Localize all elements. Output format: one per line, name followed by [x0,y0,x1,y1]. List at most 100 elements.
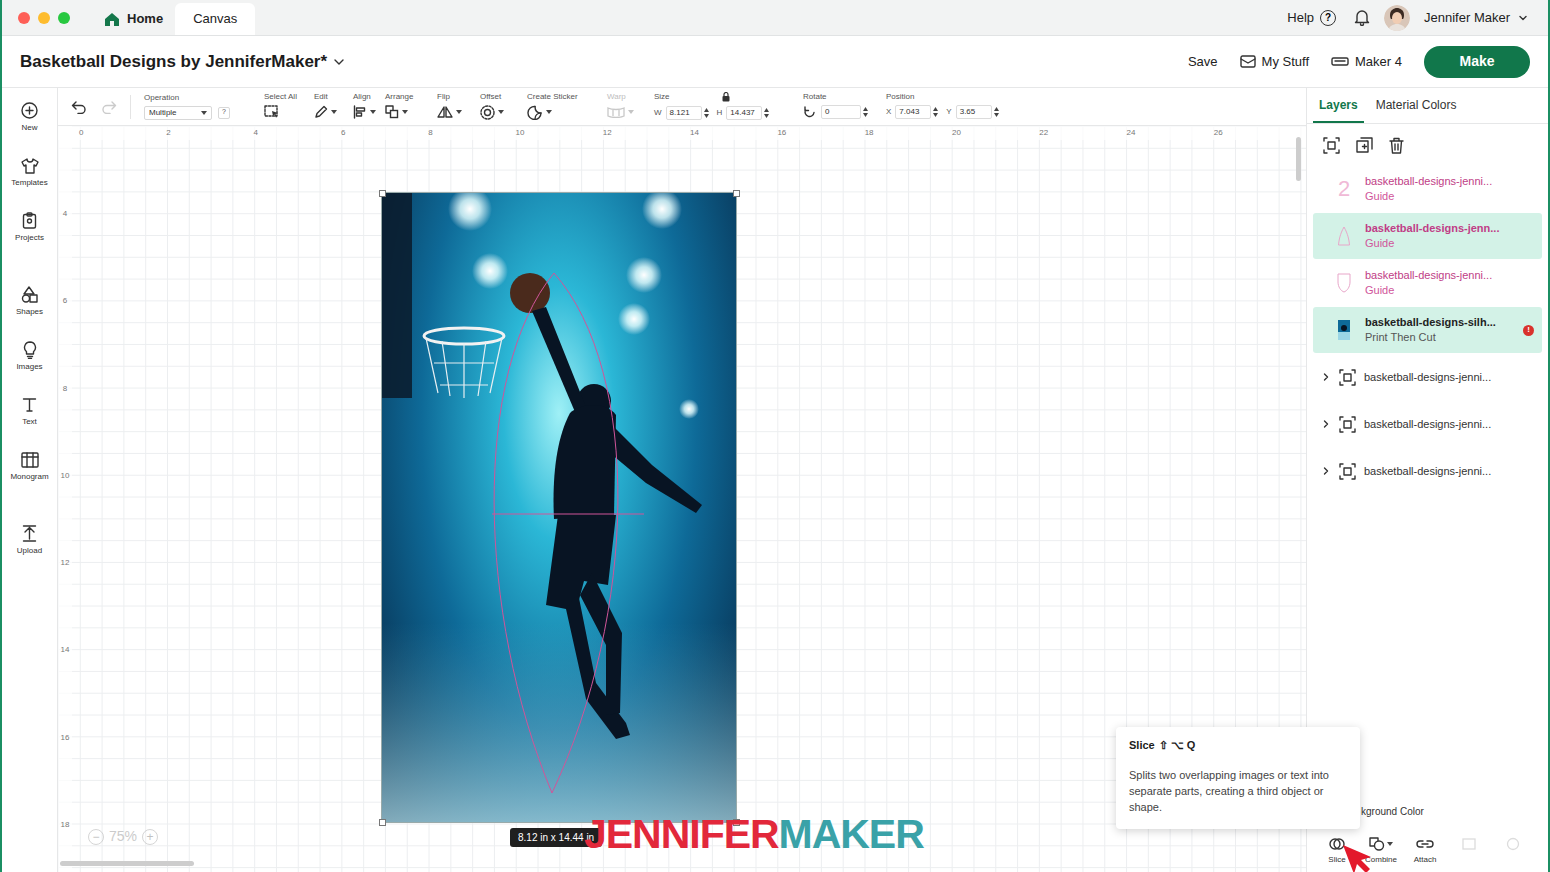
operation-help-button[interactable]: ? [218,107,230,119]
tool-group[interactable]: Select All [264,93,314,120]
help-label[interactable]: Help [1287,8,1314,28]
window-control[interactable] [38,12,50,24]
tool-group[interactable]: Align [353,93,385,120]
number-field[interactable]: 14.437 [726,106,769,120]
vertical-scrollbar[interactable] [1296,137,1301,181]
layer-name[interactable]: basketball-designs-jenni... [1364,416,1491,433]
app-tab[interactable]: Home [96,3,171,35]
sidebar-label[interactable]: Upload [17,545,42,557]
tool-group[interactable]: Create Sticker [527,93,607,120]
my-stuff-label[interactable]: My Stuff [1262,52,1309,72]
warning-badge[interactable]: ! [1523,325,1534,336]
help-icon[interactable]: ? [1320,10,1336,26]
user-menu[interactable]: Jennifer Maker [1424,8,1528,28]
layer-name[interactable]: basketball-designs-jenni... [1365,268,1492,283]
sidebar-item[interactable]: Images [2,327,57,382]
tool-control[interactable] [385,104,437,120]
sidebar-label[interactable]: Templates [11,177,47,189]
number-input[interactable]: 3.65 [956,105,992,119]
action-icon-row [1369,836,1393,852]
number-field[interactable]: 0 [821,105,868,119]
window-control[interactable] [18,12,30,24]
tool-group[interactable]: Edit [314,93,353,120]
layer-row[interactable]: 2basketball-designs-jenni...Guide [1313,166,1542,212]
tool-group[interactable]: Offset [480,93,527,120]
sidebar-item[interactable]: Upload [2,511,57,566]
layer-group-row[interactable]: basketball-designs-jenni... [1313,448,1542,494]
tab-label[interactable]: Home [127,9,163,29]
panel-tab[interactable]: Layers [1313,88,1364,123]
tool-control[interactable] [480,104,527,120]
window-control[interactable] [58,12,70,24]
sidebar-item[interactable]: Text [2,382,57,437]
layer-row[interactable]: basketball-designs-silh...Print Then Cut… [1313,307,1542,353]
number-field[interactable]: 8.121 [666,106,709,120]
tool-group[interactable]: Arrange [385,93,437,120]
sidebar-label[interactable]: Shapes [16,306,43,318]
sidebar-item[interactable]: New [2,88,57,143]
operation-value[interactable]: Multiple [149,107,177,119]
horizontal-scrollbar[interactable] [60,861,194,866]
selection-handle[interactable] [379,819,386,826]
number-field[interactable]: 7.043 [895,105,938,119]
selection-handle[interactable] [733,190,740,197]
user-name[interactable]: Jennifer Maker [1424,8,1510,28]
layer-name[interactable]: basketball-designs-jenni... [1364,463,1491,480]
machine-label[interactable]: Maker 4 [1355,52,1402,72]
sidebar-item[interactable]: Shapes [2,272,57,327]
layer-name[interactable]: basketball-designs-jenni... [1364,369,1491,386]
undo-button[interactable] [64,100,94,114]
action-label[interactable]: Combine [1365,854,1397,866]
sidebar-item[interactable]: Monogram [2,437,57,492]
layer-group-row[interactable]: basketball-designs-jenni... [1313,354,1542,400]
panel-tab[interactable]: Material Colors [1370,88,1463,123]
number-input[interactable]: 8.121 [666,106,702,120]
redo-button[interactable] [94,100,124,114]
panel-action-button[interactable]: Combine [1359,836,1403,866]
make-button[interactable]: Make [1424,46,1530,78]
tool-control[interactable] [314,104,353,120]
sidebar-label[interactable]: Monogram [10,471,48,483]
print-then-cut-image[interactable] [382,193,736,822]
app-tab[interactable]: Canvas [175,3,255,35]
layer-row[interactable]: basketball-designs-jenni...Guide [1313,260,1542,306]
machine-button[interactable]: Maker 4 [1331,52,1402,72]
sidebar-label[interactable]: Projects [15,232,44,244]
panel-tab-label[interactable]: Layers [1319,96,1358,114]
sidebar-label[interactable]: New [21,122,37,134]
sidebar-label[interactable]: Images [16,361,42,373]
panel-action-button[interactable]: Attach [1403,836,1447,866]
action-label[interactable]: Slice [1328,854,1345,866]
background-color-label[interactable]: kground Color [1361,804,1424,819]
tool-control[interactable] [353,104,385,120]
project-title[interactable]: Basketball Designs by JenniferMaker* [20,49,327,75]
sidebar-item[interactable]: Templates [2,143,57,198]
tool-control[interactable] [264,104,314,120]
zoom-in-button[interactable]: + [142,829,158,845]
save-button[interactable]: Save [1188,52,1218,72]
layer-name[interactable]: basketball-designs-jenni... [1365,174,1492,189]
operation-select[interactable]: Multiple [144,106,212,120]
number-input[interactable]: 0 [821,105,861,119]
panel-tab-label[interactable]: Material Colors [1376,96,1457,114]
layer-name[interactable]: basketball-designs-jenn... [1365,221,1499,236]
selection-handle[interactable] [379,190,386,197]
number-input[interactable]: 14.437 [726,106,762,120]
tab-label[interactable]: Canvas [193,9,237,29]
tool-group[interactable]: Flip [437,93,480,120]
tool-control[interactable] [527,104,607,120]
layer-row[interactable]: basketball-designs-jenn...Guide [1313,213,1542,259]
help-button[interactable]: Help? [1287,8,1336,28]
action-label[interactable]: Attach [1414,854,1437,866]
layer-name[interactable]: basketball-designs-silh... [1365,315,1496,330]
tool-control[interactable] [437,104,480,120]
zoom-out-button[interactable]: − [88,829,104,845]
project-title-menu[interactable]: Basketball Designs by JenniferMaker* [20,49,345,75]
sidebar-label[interactable]: Text [22,416,37,428]
sidebar-item[interactable]: Projects [2,198,57,253]
number-field[interactable]: 3.65 [956,105,999,119]
layer-group-row[interactable]: basketball-designs-jenni... [1313,401,1542,447]
account-area: Help? Jennifer Maker [1287,0,1548,35]
number-input[interactable]: 7.043 [895,105,931,119]
my-stuff-button[interactable]: My Stuff [1240,52,1309,72]
